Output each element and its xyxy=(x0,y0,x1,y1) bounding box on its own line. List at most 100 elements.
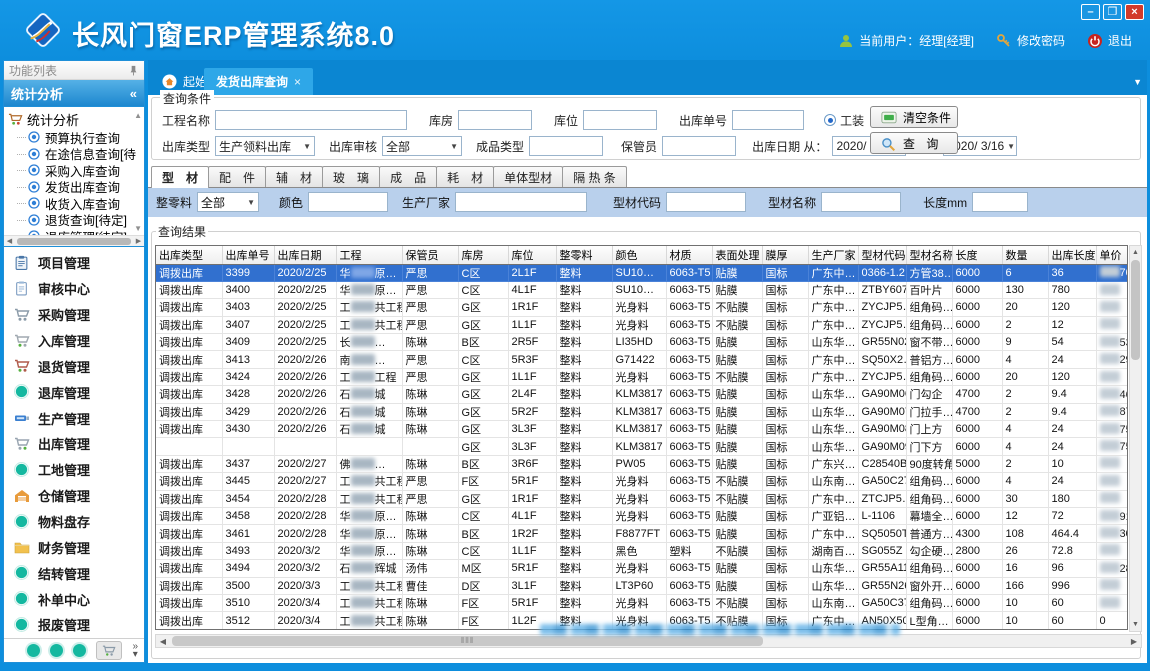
tree-scroll-up-icon[interactable]: ▲ xyxy=(134,111,142,120)
pin-icon[interactable] xyxy=(128,65,139,76)
out-type-select[interactable]: 生产领料出库▼ xyxy=(215,136,315,156)
column-header[interactable]: 保管员 xyxy=(402,246,458,264)
scroll-left-icon[interactable]: ◀ xyxy=(156,637,170,646)
sidebar-item-2[interactable]: 采购管理 xyxy=(4,302,144,328)
quick-circle-icon[interactable] xyxy=(73,644,86,657)
sidebar-item-4[interactable]: 退货管理 xyxy=(4,353,144,379)
column-header[interactable]: 工程 xyxy=(336,246,402,264)
sidebar-item-13[interactable]: 补单中心 xyxy=(4,586,144,612)
column-header[interactable]: 生产厂家 xyxy=(808,246,858,264)
tab-close-icon[interactable]: × xyxy=(294,75,301,89)
column-header[interactable]: 出库日期 xyxy=(274,246,336,264)
table-row[interactable]: 调拨出库34032020/2/25工共工程严思G区1R1F整料光身料6063-T… xyxy=(156,299,1128,316)
material-tab-2[interactable]: 辅 材 xyxy=(265,166,323,187)
table-row[interactable]: G区3L3F整料KLM38176063-T5贴膜国标山东华…GA90M09…门下… xyxy=(156,438,1128,455)
vscroll-thumb[interactable] xyxy=(1131,260,1140,360)
table-row[interactable]: 调拨出库34302020/2/26石城陈琳G区3L3F整料KLM38176063… xyxy=(156,421,1128,438)
scroll-right-icon[interactable]: ▶ xyxy=(133,237,144,245)
sidebar-item-0[interactable]: 项目管理 xyxy=(4,250,144,276)
profile-code-input[interactable] xyxy=(666,192,746,212)
tree-root-statistics[interactable]: 统计分析 xyxy=(8,110,142,129)
warehouse-input[interactable] xyxy=(458,110,532,130)
sidebar-item-3[interactable]: 入库管理 xyxy=(4,328,144,354)
grid-vscrollbar[interactable]: ▲ ▼ xyxy=(1129,245,1142,632)
clear-conditions-button[interactable]: 清空条件 xyxy=(870,106,958,128)
column-header[interactable]: 材质 xyxy=(666,246,712,264)
change-password-button[interactable]: 修改密码 xyxy=(996,32,1065,49)
column-header[interactable]: 膜厚 xyxy=(762,246,808,264)
hscroll-thumb[interactable]: ⦀⦀⦀ xyxy=(172,636,763,646)
sidebar-item-12[interactable]: 结转管理 xyxy=(4,560,144,586)
sidebar-item-5[interactable]: 退库管理 xyxy=(4,379,144,405)
location-input[interactable] xyxy=(583,110,657,130)
maker-input[interactable] xyxy=(455,192,587,212)
material-tab-1[interactable]: 配 件 xyxy=(208,166,266,187)
table-row[interactable]: 调拨出库34582020/2/28华原…陈琳C区4L1F整料光身料6063-T5… xyxy=(156,507,1128,524)
sidebar-item-10[interactable]: 物料盘存 xyxy=(4,509,144,535)
collapse-icon[interactable]: « xyxy=(130,86,137,101)
tree-item-5[interactable]: 退货查询[待定] xyxy=(8,212,142,229)
column-header[interactable]: 表面处理 xyxy=(712,246,762,264)
material-tab-0[interactable]: 型 材 xyxy=(151,166,209,188)
table-row[interactable]: 调拨出库34092020/2/25长…陈琳B区2R5F整料LI35HD6063-… xyxy=(156,334,1128,351)
close-button[interactable]: × xyxy=(1125,4,1144,20)
scroll-left-icon[interactable]: ◀ xyxy=(4,237,15,245)
table-row[interactable]: 调拨出库35102020/3/4工共工程陈琳F区5R1F整料光身料6063-T5… xyxy=(156,594,1128,611)
column-header[interactable]: 型材代码 xyxy=(858,246,906,264)
logout-button[interactable]: 退出 xyxy=(1087,32,1132,49)
tab-list-arrow-icon[interactable]: ▼ xyxy=(1133,77,1142,87)
product-type-input[interactable] xyxy=(529,136,603,156)
sidebar-overflow-button[interactable]: »▾ xyxy=(132,643,138,659)
column-header[interactable]: 库房 xyxy=(458,246,508,264)
maximize-button[interactable]: ❐ xyxy=(1103,4,1122,20)
column-header[interactable]: 单价 xyxy=(1096,246,1128,264)
cart-quick-button[interactable] xyxy=(96,641,122,660)
tree-scroll-down-icon[interactable]: ▼ xyxy=(134,224,142,233)
table-row[interactable]: 调拨出库34282020/2/26石城陈琳G区2L4F整料KLM38176063… xyxy=(156,386,1128,403)
tree-item-2[interactable]: 采购入库查询 xyxy=(8,162,142,179)
quick-circle-icon[interactable] xyxy=(50,644,63,657)
tree-hscroll-thumb[interactable] xyxy=(17,238,131,245)
sidebar-item-7[interactable]: 出库管理 xyxy=(4,431,144,457)
column-header[interactable]: 型材名称 xyxy=(906,246,952,264)
project-name-input[interactable] xyxy=(215,110,407,130)
order-no-input[interactable] xyxy=(732,110,804,130)
table-row[interactable]: 调拨出库34452020/2/27工共工程严思F区5R1F整料光身料6063-T… xyxy=(156,473,1128,490)
material-tab-6[interactable]: 单体型材 xyxy=(493,166,563,187)
length-input[interactable] xyxy=(972,192,1028,212)
table-row[interactable]: 调拨出库34932020/3/2华原…陈琳C区1L1F整料黑色塑料不贴膜国标湖南… xyxy=(156,542,1128,559)
column-header[interactable]: 库位 xyxy=(508,246,556,264)
scroll-up-icon[interactable]: ▲ xyxy=(1130,246,1141,259)
tab-shipment-out-query[interactable]: 发货出库查询 × xyxy=(204,68,313,95)
table-row[interactable]: 调拨出库34612020/2/28华原…陈琳B区1R2F整料F8877FT606… xyxy=(156,525,1128,542)
sidebar-item-11[interactable]: 财务管理 xyxy=(4,534,144,560)
column-header[interactable]: 出库类型 xyxy=(156,246,222,264)
search-button[interactable]: 查 询 xyxy=(870,132,958,154)
keeper-input[interactable] xyxy=(662,136,736,156)
profile-name-input[interactable] xyxy=(821,192,901,212)
audit-select[interactable]: 全部▼ xyxy=(382,136,462,156)
material-tab-3[interactable]: 玻 璃 xyxy=(322,166,380,187)
sidebar-item-8[interactable]: 工地管理 xyxy=(4,457,144,483)
table-row[interactable]: 调拨出库34132020/2/26南…严思C区5R3F整料G714226063-… xyxy=(156,351,1128,368)
sidebar-item-9[interactable]: 仓储管理 xyxy=(4,483,144,509)
scroll-down-icon[interactable]: ▼ xyxy=(1130,618,1141,631)
sidebar-section-statistics[interactable]: 统计分析 « xyxy=(4,80,144,106)
column-header[interactable]: 整零料 xyxy=(556,246,612,264)
column-header[interactable]: 颜色 xyxy=(612,246,666,264)
table-row[interactable]: 调拨出库34942020/3/2石辉城汤伟M区5R1F整料光身料6063-T5贴… xyxy=(156,560,1128,577)
table-row[interactable]: 调拨出库34292020/2/26石城陈琳G区5R2F整料KLM38176063… xyxy=(156,403,1128,420)
quick-circle-icon[interactable] xyxy=(27,644,40,657)
whole-select[interactable]: 全部▼ xyxy=(197,192,259,212)
table-row[interactable]: 调拨出库34002020/2/25华原…严思C区4L1F整料SU10…6063-… xyxy=(156,281,1128,298)
column-header[interactable]: 长度 xyxy=(952,246,1002,264)
grid-hscrollbar[interactable]: ◀ ⦀⦀⦀ ▶ xyxy=(155,634,1142,648)
tree-hscrollbar[interactable]: ◀ ▶ xyxy=(4,235,144,246)
sidebar-item-6[interactable]: 生产管理 xyxy=(4,405,144,431)
minimize-button[interactable]: – xyxy=(1081,4,1100,20)
column-header[interactable]: 出库长度 xyxy=(1048,246,1096,264)
tree-item-1[interactable]: 在途信息查询[待 xyxy=(8,146,142,163)
table-row[interactable]: 调拨出库34372020/2/27佛…陈琳B区3R6F整料PW056063-T5… xyxy=(156,455,1128,472)
color-input[interactable] xyxy=(308,192,388,212)
tree-item-3[interactable]: 发货出库查询 xyxy=(8,179,142,196)
